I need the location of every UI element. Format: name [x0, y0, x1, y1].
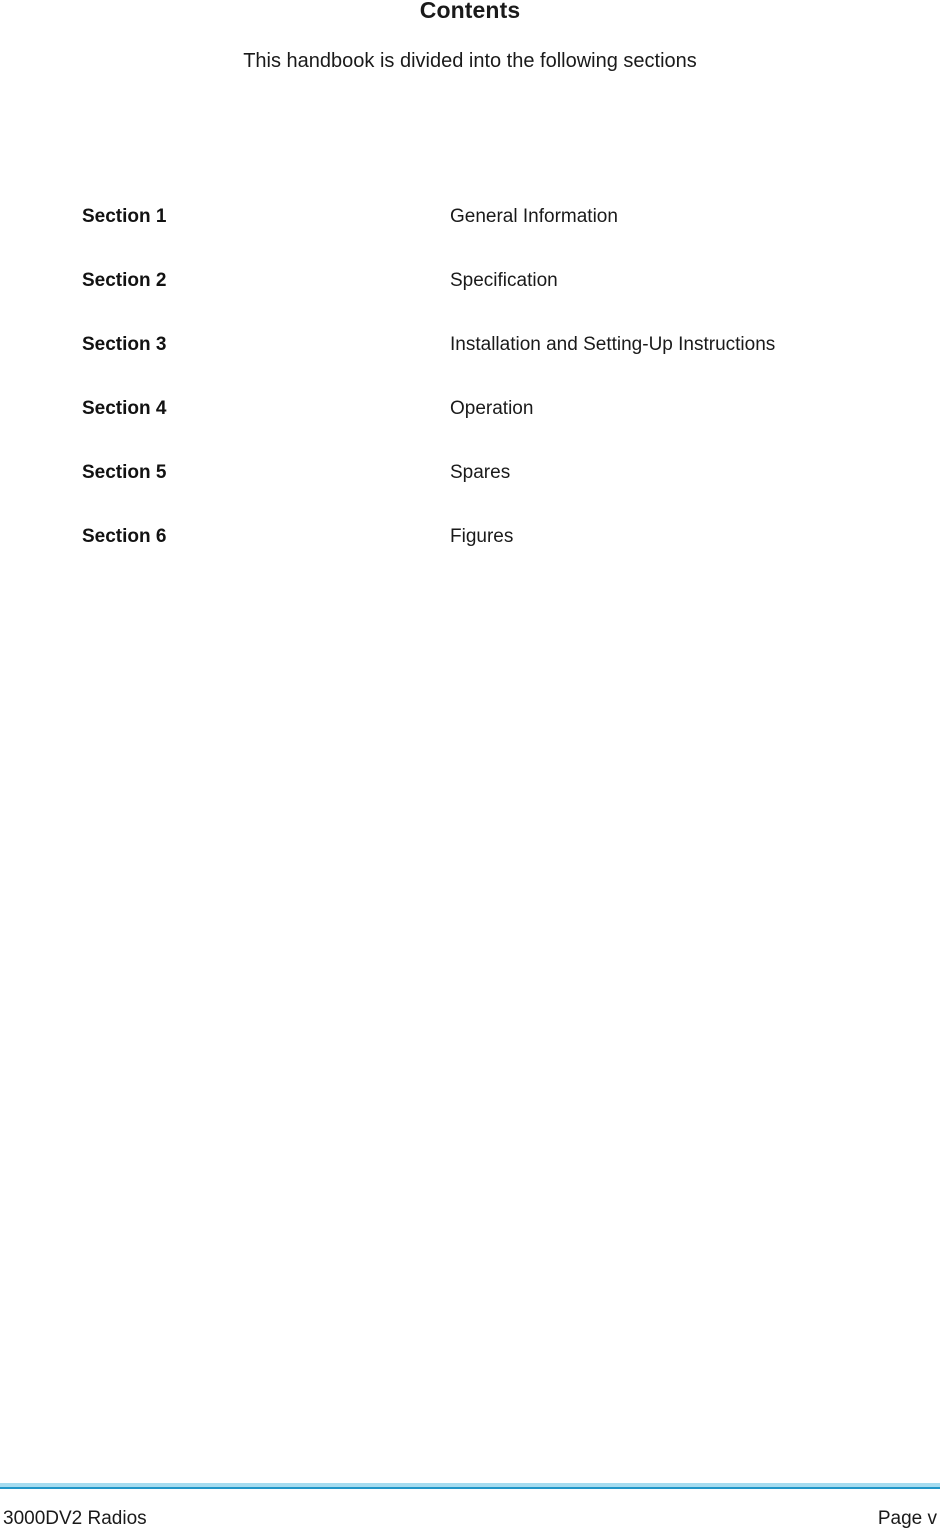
contents-row: Section 4 Operation: [82, 397, 882, 461]
section-description: Specification: [450, 270, 558, 291]
contents-row: Section 1 General Information: [82, 205, 882, 269]
contents-list: Section 1 General Information Section 2 …: [82, 205, 882, 589]
page-footer: 3000DV2 Radios Page v: [0, 1506, 940, 1536]
section-label: Section 6: [82, 526, 167, 547]
section-label: Section 5: [82, 462, 167, 483]
footer-divider: [0, 1483, 940, 1489]
section-label: Section 3: [82, 334, 167, 355]
section-description: Spares: [450, 462, 511, 483]
contents-row: Section 6 Figures: [82, 525, 882, 589]
section-label: Section 2: [82, 270, 167, 291]
footer-page-number: Page v: [877, 1508, 937, 1529]
page-subtitle: This handbook is divided into the follow…: [243, 50, 697, 72]
page-title: Contents: [419, 0, 521, 23]
section-label: Section 1: [82, 206, 167, 227]
section-description: Installation and Setting-Up Instructions: [450, 334, 776, 355]
section-label: Section 4: [82, 398, 167, 419]
footer-document-name: 3000DV2 Radios: [3, 1508, 147, 1529]
contents-row: Section 2 Specification: [82, 269, 882, 333]
contents-row: Section 5 Spares: [82, 461, 882, 525]
section-description: Figures: [450, 526, 514, 547]
section-description: Operation: [450, 398, 534, 419]
section-description: General Information: [450, 206, 618, 227]
document-page: Contents This handbook is divided into t…: [0, 0, 940, 1536]
contents-row: Section 3 Installation and Setting-Up In…: [82, 333, 882, 397]
